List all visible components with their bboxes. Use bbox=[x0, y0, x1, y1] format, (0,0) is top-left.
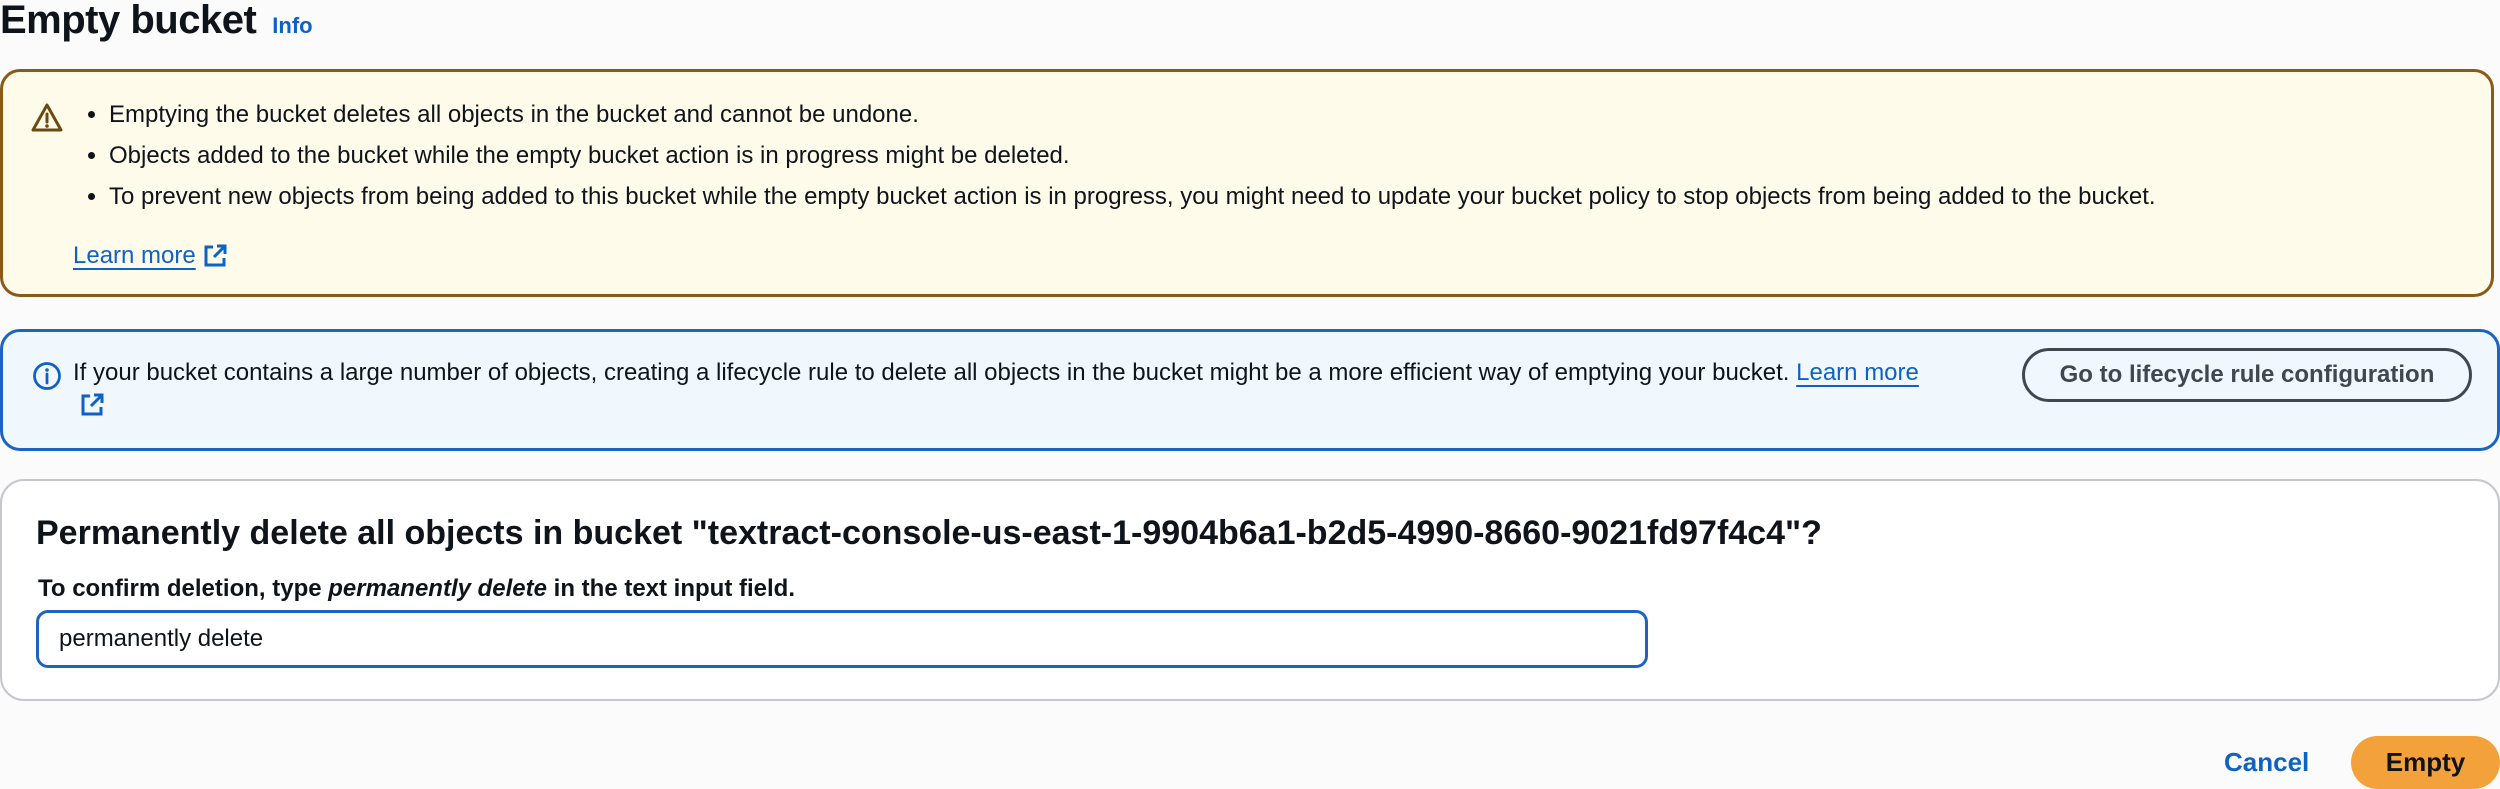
external-link-icon bbox=[81, 393, 104, 416]
label-suffix: in the text input field. bbox=[547, 575, 795, 602]
info-alert: If your bucket contains a large number o… bbox=[0, 329, 2500, 451]
info-alert-text: If your bucket contains a large number o… bbox=[73, 356, 1943, 424]
info-link[interactable]: Info bbox=[272, 13, 312, 39]
warning-list: Emptying the bucket deletes all objects … bbox=[79, 94, 2156, 217]
label-emphasis: permanently delete bbox=[328, 575, 547, 602]
learn-more-label: Learn more bbox=[1796, 359, 1919, 386]
confirm-field-label: To confirm deletion, type permanently de… bbox=[38, 573, 795, 605]
warning-item: Emptying the bucket deletes all objects … bbox=[109, 94, 2156, 135]
warning-alert: Emptying the bucket deletes all objects … bbox=[0, 69, 2494, 297]
warning-icon bbox=[31, 103, 63, 132]
lifecycle-rule-configuration-button[interactable]: Go to lifecycle rule configuration bbox=[2022, 348, 2472, 402]
confirm-deletion-input[interactable] bbox=[36, 610, 1648, 668]
info-icon bbox=[33, 362, 61, 390]
external-link-icon bbox=[204, 244, 227, 267]
warning-item: Objects added to the bucket while the em… bbox=[109, 135, 2156, 176]
empty-button[interactable]: Empty bbox=[2351, 736, 2500, 789]
info-learn-more-link[interactable]: Learn more bbox=[1796, 359, 1919, 386]
confirm-deletion-panel: Permanently delete all objects in bucket… bbox=[0, 479, 2500, 701]
warning-learn-more-link[interactable]: Learn more bbox=[73, 242, 228, 270]
warning-item: To prevent new objects from being added … bbox=[109, 176, 2156, 217]
learn-more-label: Learn more bbox=[73, 242, 196, 269]
confirm-heading: Permanently delete all objects in bucket… bbox=[36, 514, 1822, 552]
label-prefix: To confirm deletion, type bbox=[38, 575, 329, 602]
page-header: Empty bucket Info bbox=[0, 0, 313, 40]
page-title: Empty bucket bbox=[0, 0, 257, 42]
info-alert-message: If your bucket contains a large number o… bbox=[73, 359, 1790, 386]
cancel-button[interactable]: Cancel bbox=[2224, 744, 2309, 780]
